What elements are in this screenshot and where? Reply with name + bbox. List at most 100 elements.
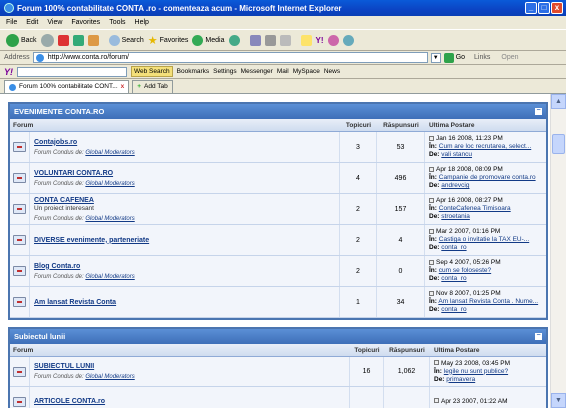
last-post-cell: May 23 2008, 03:45 PM În: legile nu sunt …	[430, 357, 546, 386]
forum-name-link[interactable]: CONTA CAFENEA	[34, 197, 335, 204]
forum-row: Am lansat Revista Conta 1 34 Nov 8 2007, 01…	[10, 287, 546, 318]
last-post-cell: Sep 4 2007, 05:26 PM În: cum se foloseste…	[425, 256, 546, 286]
search-button[interactable]: Search	[108, 34, 144, 46]
forum-name-link[interactable]: ARTICOLE CONTA.ro	[34, 398, 345, 405]
moderator-label: Forum Condus de:	[34, 374, 84, 380]
media-label: Media	[205, 36, 225, 44]
messenger-icon[interactable]	[327, 34, 339, 46]
stop-icon[interactable]	[57, 34, 69, 46]
author-link[interactable]: primavera	[446, 376, 475, 383]
add-tab-button[interactable]: + Add Tab	[132, 80, 173, 93]
moderator-link[interactable]: Global Moderators	[85, 150, 134, 156]
menu-file[interactable]: File	[6, 19, 17, 26]
author-link[interactable]: conta_ro	[441, 275, 466, 282]
col-topics: Topicuri	[345, 121, 372, 129]
menu-favorites[interactable]: Favorites	[71, 19, 100, 26]
collapse-icon[interactable]: −	[535, 332, 542, 340]
forum-description: Un proiect interesant	[34, 204, 94, 212]
scroll-down-icon[interactable]: ▼	[551, 393, 566, 408]
moderator-link[interactable]: Global Moderators	[85, 216, 134, 222]
menu-view[interactable]: View	[47, 19, 62, 26]
close-button[interactable]: x	[551, 2, 563, 14]
forum-name-link[interactable]: DIVERSE evenimente, parteneriate	[34, 237, 335, 244]
settings-button[interactable]: Settings	[213, 68, 237, 75]
menu-tools[interactable]: Tools	[109, 19, 125, 26]
print-icon[interactable]	[264, 34, 276, 46]
refresh-icon[interactable]	[72, 34, 84, 46]
address-dropdown-icon[interactable]: ▼	[430, 52, 441, 63]
last-post-cell: Apr 16 2008, 08:27 PM În: ConteCafenea Ti…	[425, 194, 546, 224]
note-icon[interactable]	[300, 34, 312, 46]
scroll-up-icon[interactable]: ▲	[551, 94, 566, 109]
forum-name-link[interactable]: Blog Conta.ro	[34, 263, 335, 270]
category-title[interactable]: EVENIMENTE CONTA.RO	[14, 107, 104, 116]
col-topics: Topicuri	[354, 346, 380, 354]
menu-help[interactable]: Help	[135, 19, 149, 26]
mail-icon[interactable]	[249, 34, 261, 46]
replies-count: 0	[377, 256, 425, 286]
moderator-link[interactable]: Global Moderators	[85, 181, 134, 187]
post-icon	[429, 290, 434, 296]
research-icon[interactable]	[342, 34, 354, 46]
scroll-thumb[interactable]	[552, 134, 565, 154]
col-replies: Răspunsuri	[389, 346, 425, 354]
bookmarks-button[interactable]: Bookmarks	[177, 68, 210, 75]
media-button[interactable]: Media	[192, 34, 225, 46]
category-title[interactable]: Subiectul lunii	[14, 332, 65, 341]
links-button[interactable]: Links	[474, 54, 490, 61]
tab-close-icon[interactable]: x	[121, 81, 125, 93]
moderator-link[interactable]: Global Moderators	[85, 274, 134, 280]
author-link[interactable]: conta_ro	[441, 306, 466, 313]
messenger-button[interactable]: Messenger	[241, 68, 273, 75]
last-post-topic: În: ConteCafenea Timisoara	[429, 205, 511, 212]
last-post-link[interactable]: Am lansat Revista Conta . Nume...	[438, 298, 538, 305]
mail-button[interactable]: Mail	[277, 68, 289, 75]
favorites-button[interactable]: ★ Favorites	[148, 34, 189, 47]
author-link[interactable]: vali stancu	[441, 151, 472, 158]
myspace-button[interactable]: MySpace	[293, 68, 320, 75]
vertical-scrollbar[interactable]: ▲ ▼	[550, 94, 566, 408]
back-button[interactable]: Back	[6, 33, 37, 47]
yahoo-logo[interactable]: Y!	[4, 67, 13, 77]
forum-name-link[interactable]: VOLUNTARI CONTA.RO	[34, 170, 335, 177]
forum-name-link[interactable]: Am lansat Revista Conta	[34, 299, 335, 306]
author-link[interactable]: stroetania	[441, 213, 470, 220]
go-button[interactable]: Go	[443, 52, 465, 63]
forum-name-link[interactable]: SUBIECTUL LUNII	[34, 363, 345, 370]
tab-forum[interactable]: Forum 100% contabilitate CONT... x	[4, 80, 130, 93]
yahoo-search-input[interactable]	[17, 66, 127, 77]
post-icon	[429, 197, 434, 203]
history-icon[interactable]	[228, 34, 240, 46]
last-post-date: Mar 2 2007, 01:16 PM	[429, 228, 542, 236]
web-search-button[interactable]: Web Search	[131, 66, 173, 77]
home-icon[interactable]	[87, 34, 99, 46]
collapse-icon[interactable]: −	[535, 107, 542, 115]
last-post-link[interactable]: cum se foloseste?	[439, 267, 491, 274]
last-post-link[interactable]: ConteCafenea Timisoara	[439, 205, 511, 212]
last-post-link[interactable]: legile nu sunt publice?	[444, 368, 508, 375]
moderator-label: Forum Condus de:	[34, 215, 84, 222]
last-post-topic: În: Am lansat Revista Conta . Nume...	[429, 298, 539, 305]
menu-edit[interactable]: Edit	[26, 19, 38, 26]
last-post-link[interactable]: Cum are loc recrutarea, select...	[439, 143, 531, 150]
minimize-button[interactable]: _	[525, 2, 537, 14]
forum-name-link[interactable]: Contajobs.ro	[34, 139, 335, 146]
category-evenimente: EVENIMENTE CONTA.RO − Forum Topicuri Răs…	[8, 102, 548, 320]
last-post-date: Nov 8 2007, 01:25 PM	[429, 290, 542, 298]
author-link[interactable]: andrevcig	[441, 182, 469, 189]
ie-icon	[4, 3, 14, 13]
forward-arrow-icon[interactable]	[40, 33, 54, 47]
moderator-link[interactable]: Global Moderators	[85, 374, 134, 380]
last-post-link[interactable]: Campanie de promovare conta.ro	[439, 174, 536, 181]
open-button[interactable]: Open	[501, 54, 518, 61]
edit-icon[interactable]	[279, 34, 291, 46]
last-post-author: De: andrevcig	[429, 182, 470, 189]
yahoo-toolbar-icon[interactable]: Y!	[316, 36, 324, 45]
forum-status-cell	[10, 256, 30, 286]
author-link[interactable]: conta_ro	[441, 244, 466, 251]
last-post-link[interactable]: Castiga o invitatie la TAX EU-...	[439, 236, 529, 243]
maximize-button[interactable]: □	[538, 2, 550, 14]
news-button[interactable]: News	[324, 68, 340, 75]
address-input[interactable]: http://www.conta.ro/forum/	[32, 52, 428, 63]
search-label: Search	[121, 36, 144, 44]
